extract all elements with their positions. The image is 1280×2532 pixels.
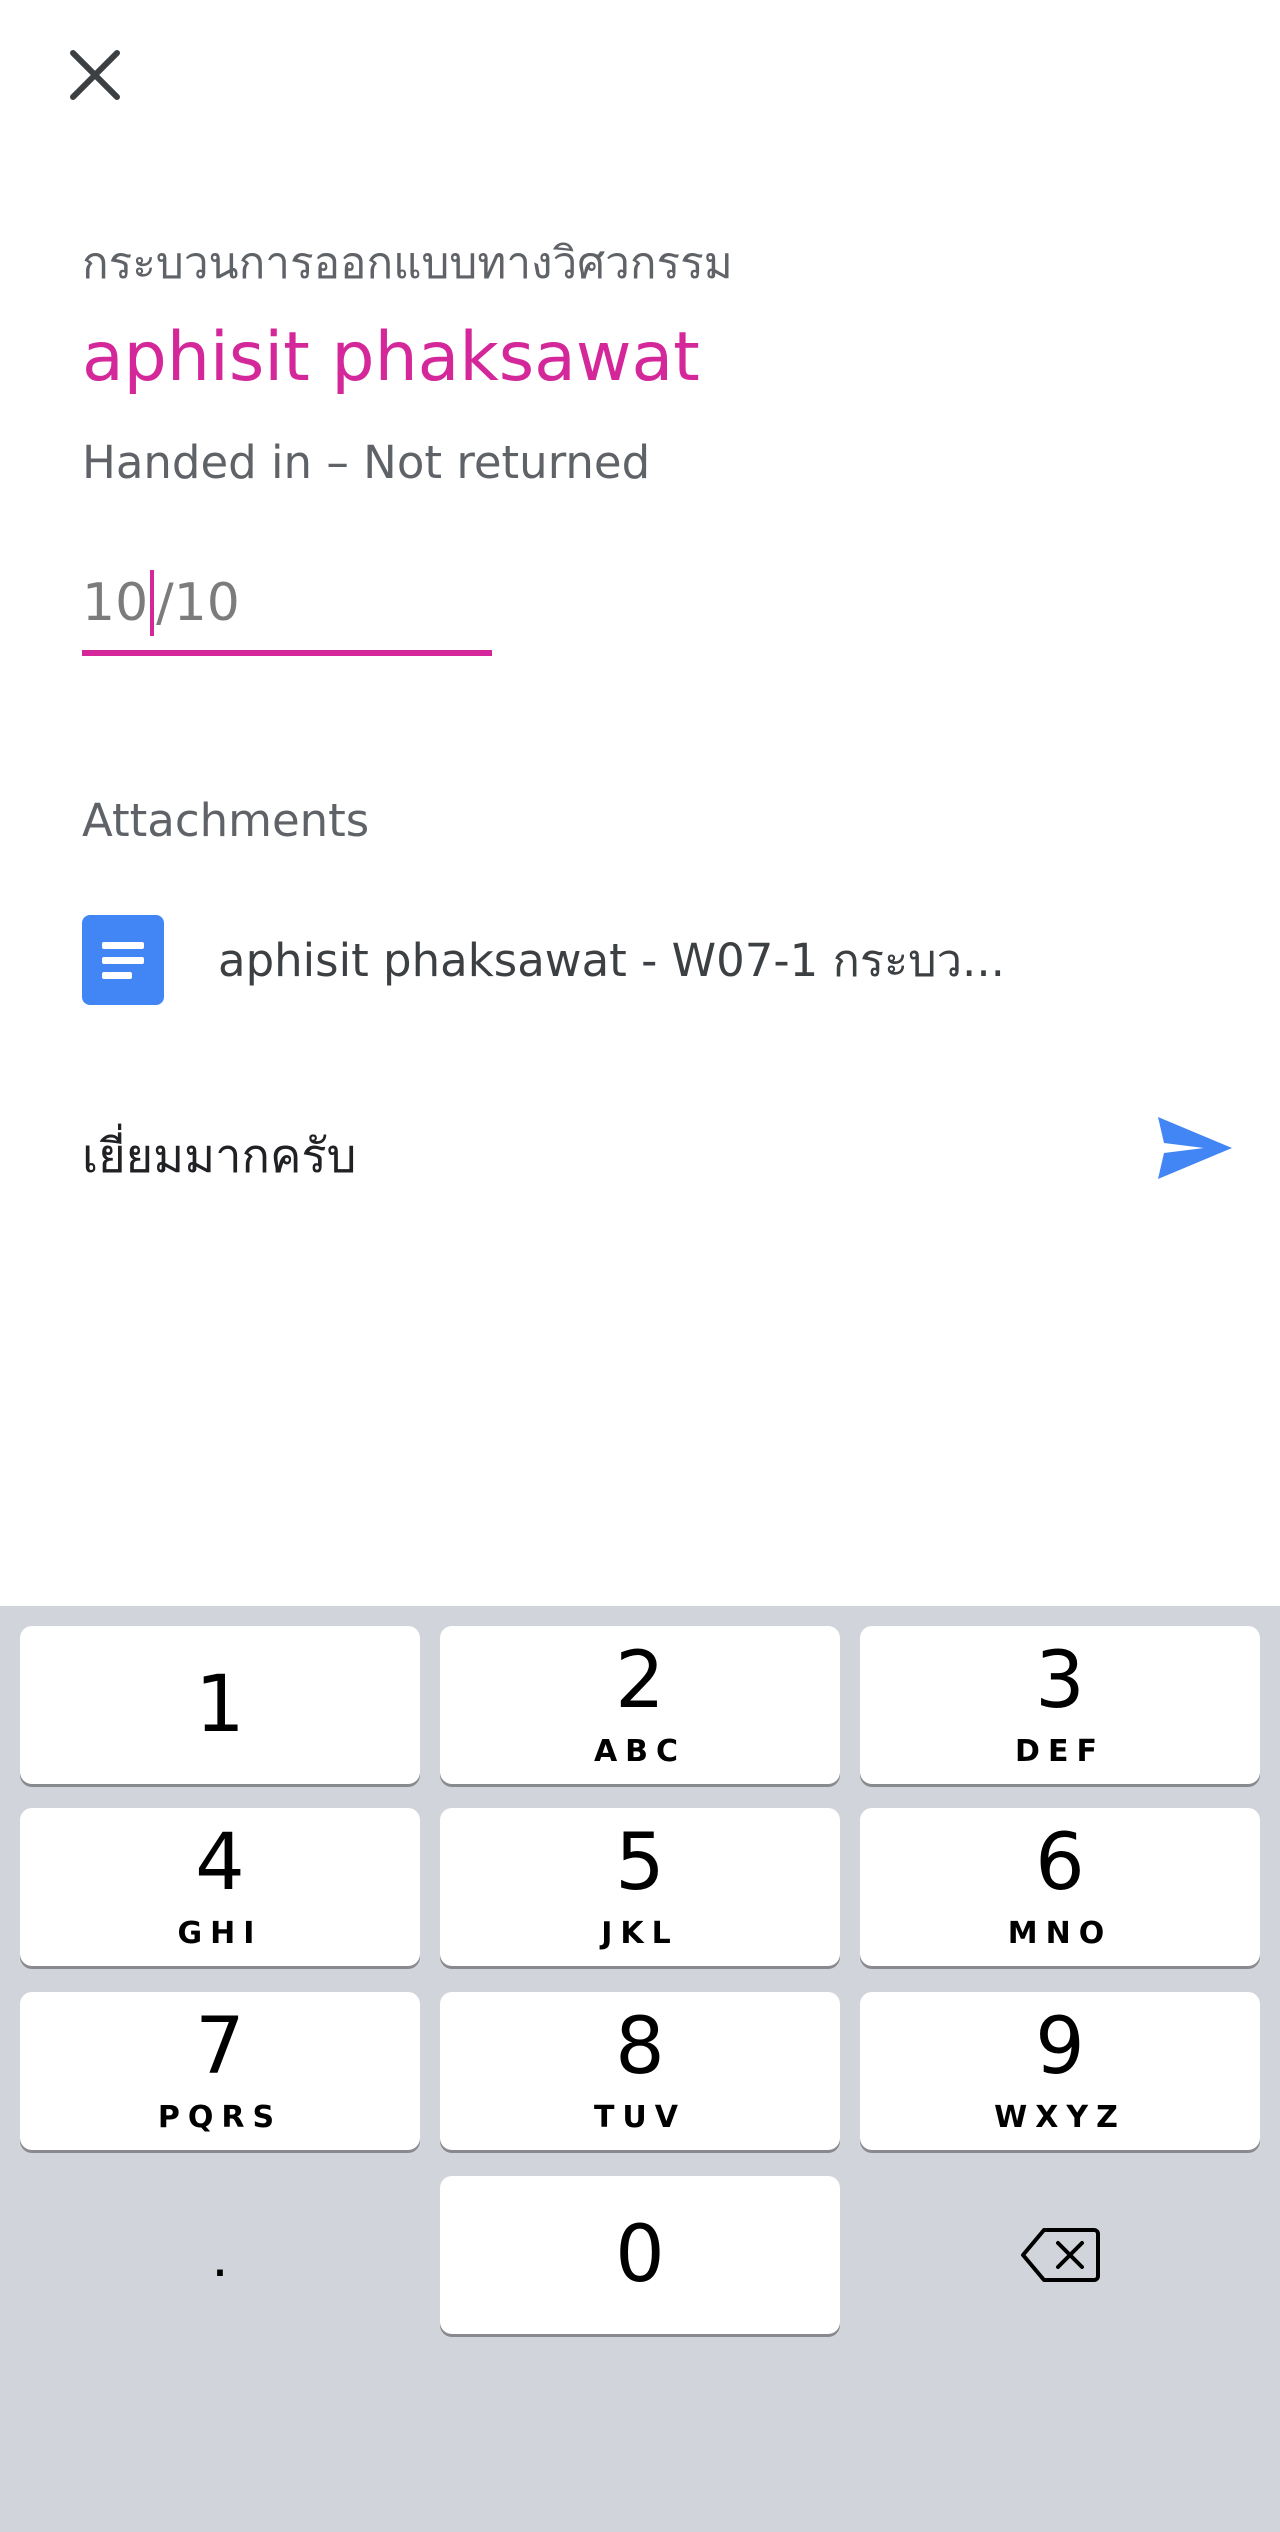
grade-input[interactable]: 10 /10 [82,560,492,656]
course-title: กระบวนการออกแบบทางวิศวกรรม [82,238,733,289]
key-7[interactable]: 7 PQRS [20,1992,420,2150]
attachment-item[interactable]: aphisit phaksawat - W07-1 กระบว... [82,915,1182,1005]
key-letters: MNO [1007,1915,1113,1951]
key-delete[interactable] [860,2176,1260,2334]
key-digit: 1 [195,1660,245,1750]
key-digit: 4 [195,1817,245,1908]
key-digit: 9 [1035,2001,1085,2092]
key-digit: 0 [615,2210,665,2300]
key-2[interactable]: 2 ABC [440,1626,840,1784]
key-5[interactable]: 5 JKL [440,1808,840,1966]
backspace-icon [1021,2228,1100,2282]
key-letters: JKL [601,1915,679,1951]
submission-status: Handed in – Not returned [82,436,651,489]
key-digit: 2 [615,1635,665,1726]
key-digit: 8 [615,2001,665,2092]
send-icon [1158,1117,1232,1179]
grade-value-wrapper: 10 /10 [82,570,240,636]
text-caret [150,570,155,636]
key-digit: . [211,2221,229,2289]
key-letters: TUV [593,2099,687,2135]
close-icon [70,50,120,100]
close-button[interactable] [60,40,130,110]
private-comment-input[interactable]: เยี่ยมมากครับ [82,1118,356,1193]
key-4[interactable]: 4 GHI [20,1808,420,1966]
numeric-keypad: 1 2 ABC 3 DEF 4 GHI 5 JKL 6 MNO 7 PQRS 8 [0,1606,1280,2532]
send-button[interactable] [1150,1108,1240,1188]
google-docs-icon [82,915,164,1005]
key-digit: 5 [615,1817,665,1908]
key-0[interactable]: 0 [440,2176,840,2334]
key-letters: WXYZ [994,2099,1126,2135]
attachments-heading: Attachments [82,794,370,847]
key-digit: 3 [1035,1635,1085,1726]
grade-value: 10 [82,573,149,633]
key-decimal[interactable]: . [20,2176,420,2334]
key-letters: ABC [593,1733,687,1769]
key-3[interactable]: 3 DEF [860,1626,1260,1784]
key-digit: 6 [1035,1817,1085,1908]
key-letters: DEF [1015,1733,1105,1769]
key-letters: GHI [177,1915,263,1951]
key-6[interactable]: 6 MNO [860,1808,1260,1966]
key-9[interactable]: 9 WXYZ [860,1992,1260,2150]
key-8[interactable]: 8 TUV [440,1992,840,2150]
attachment-name: aphisit phaksawat - W07-1 กระบว... [218,934,1005,987]
grade-edit-screen: กระบวนการออกแบบทางวิศวกรรม aphisit phaks… [0,0,1280,2532]
key-1[interactable]: 1 [20,1626,420,1784]
student-name: aphisit phaksawat [82,318,700,397]
key-letters: PQRS [157,2099,283,2135]
key-digit: 7 [195,2001,245,2092]
grade-max: /10 [156,573,240,633]
